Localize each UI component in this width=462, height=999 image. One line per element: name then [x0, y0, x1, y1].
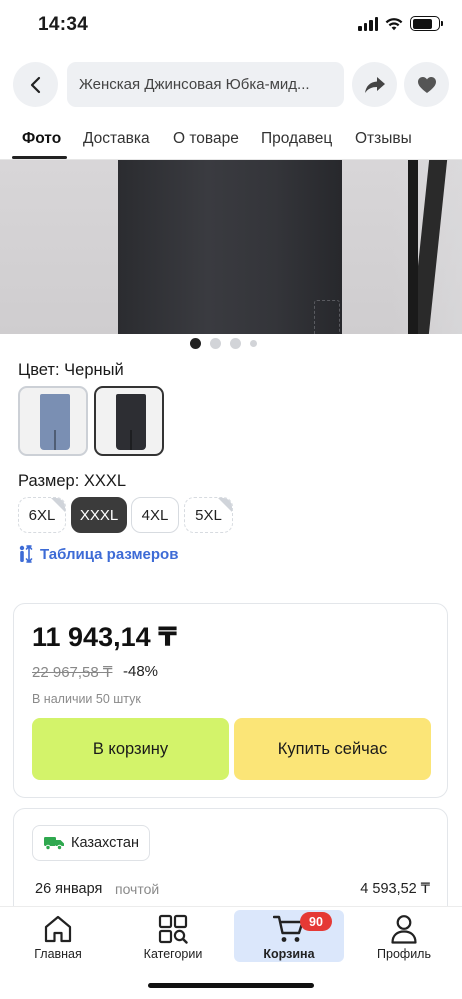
- nav-categories-label: Категории: [143, 947, 203, 961]
- tab-seller[interactable]: Продавец: [261, 130, 332, 148]
- status-icons: [358, 16, 443, 31]
- nav-profile[interactable]: Профиль: [349, 910, 459, 962]
- add-to-cart-button[interactable]: В корзину: [32, 718, 229, 780]
- size-option-6xl[interactable]: 6XL: [18, 497, 66, 533]
- size-option-5xl[interactable]: 5XL: [184, 497, 233, 533]
- color-option-blue[interactable]: [18, 386, 88, 456]
- old-price: 22 967,58 ₸: [32, 664, 113, 681]
- categories-icon: [158, 914, 188, 944]
- tab-reviews[interactable]: Отзывы: [355, 130, 412, 148]
- nav-categories[interactable]: Категории: [118, 910, 228, 962]
- nav-cart-label: Корзина: [263, 947, 315, 961]
- nav-home[interactable]: Главная: [3, 910, 113, 962]
- truck-icon: [44, 837, 64, 851]
- delivery-date: 26 января: [35, 881, 103, 897]
- delivery-price: 4 593,52 ₸: [360, 881, 430, 897]
- active-tab-indicator: [12, 156, 67, 159]
- tab-about[interactable]: О товаре: [173, 130, 239, 148]
- delivery-country-chip[interactable]: Казахстан: [32, 825, 150, 861]
- section-tabs: Фото Доставка О товаре Продавец Отзывы: [0, 120, 462, 160]
- gallery-dot[interactable]: [190, 338, 201, 349]
- top-bar: Женская Джинсовая Юбка-мид...: [0, 60, 462, 110]
- current-price: 11 943,14 ₸: [32, 622, 177, 652]
- chevron-left-icon: [30, 76, 40, 93]
- product-title-field[interactable]: Женская Джинсовая Юбка-мид...: [67, 62, 344, 107]
- ruler-person-icon: [19, 545, 33, 563]
- cart-count-badge: 90: [300, 912, 332, 931]
- product-title: Женская Джинсовая Юбка-мид...: [79, 76, 310, 93]
- gallery-dot[interactable]: [210, 338, 221, 349]
- share-button[interactable]: [352, 62, 397, 107]
- nav-profile-label: Профиль: [377, 947, 431, 961]
- price-card: 11 943,14 ₸ 22 967,58 ₸ -48% В наличии 5…: [13, 603, 448, 798]
- wifi-icon: [385, 17, 403, 30]
- share-arrow-icon: [364, 76, 385, 93]
- tab-photo[interactable]: Фото: [22, 130, 61, 148]
- home-icon: [44, 915, 72, 943]
- size-chart-link[interactable]: Таблица размеров: [18, 545, 178, 563]
- delivery-country: Казахстан: [71, 835, 139, 851]
- favorite-button[interactable]: [404, 62, 449, 107]
- size-label: Размер: XXXL: [18, 472, 127, 490]
- battery-icon: [410, 16, 443, 31]
- nav-home-label: Главная: [34, 947, 82, 961]
- cellular-signal-icon: [358, 16, 378, 31]
- delivery-card: Казахстан 26 января почтой 4 593,52 ₸: [13, 808, 448, 918]
- product-photo[interactable]: [0, 160, 462, 334]
- color-option-black[interactable]: [94, 386, 164, 456]
- gallery-pagination: [190, 338, 257, 349]
- stock-status: В наличии 50 штук: [32, 692, 141, 706]
- profile-icon: [391, 915, 417, 944]
- gallery-dot[interactable]: [230, 338, 241, 349]
- status-time: 14:34: [38, 14, 89, 35]
- delivery-method: почтой: [115, 881, 160, 897]
- tab-delivery[interactable]: Доставка: [83, 130, 150, 148]
- color-label: Цвет: Черный: [18, 361, 124, 379]
- size-option-xxxl[interactable]: XXXL: [71, 497, 127, 533]
- gallery-dot[interactable]: [250, 340, 257, 347]
- nav-cart[interactable]: 90 Корзина: [234, 910, 344, 962]
- buy-now-button[interactable]: Купить сейчас: [234, 718, 431, 780]
- back-button[interactable]: [13, 62, 58, 107]
- status-bar: 14:34: [0, 0, 462, 50]
- discount-percent: -48%: [123, 663, 159, 680]
- skirt-image: [118, 160, 342, 334]
- home-indicator: [148, 983, 314, 988]
- heart-icon: [417, 76, 436, 93]
- size-chart-label: Таблица размеров: [40, 545, 179, 563]
- size-option-4xl[interactable]: 4XL: [131, 497, 179, 533]
